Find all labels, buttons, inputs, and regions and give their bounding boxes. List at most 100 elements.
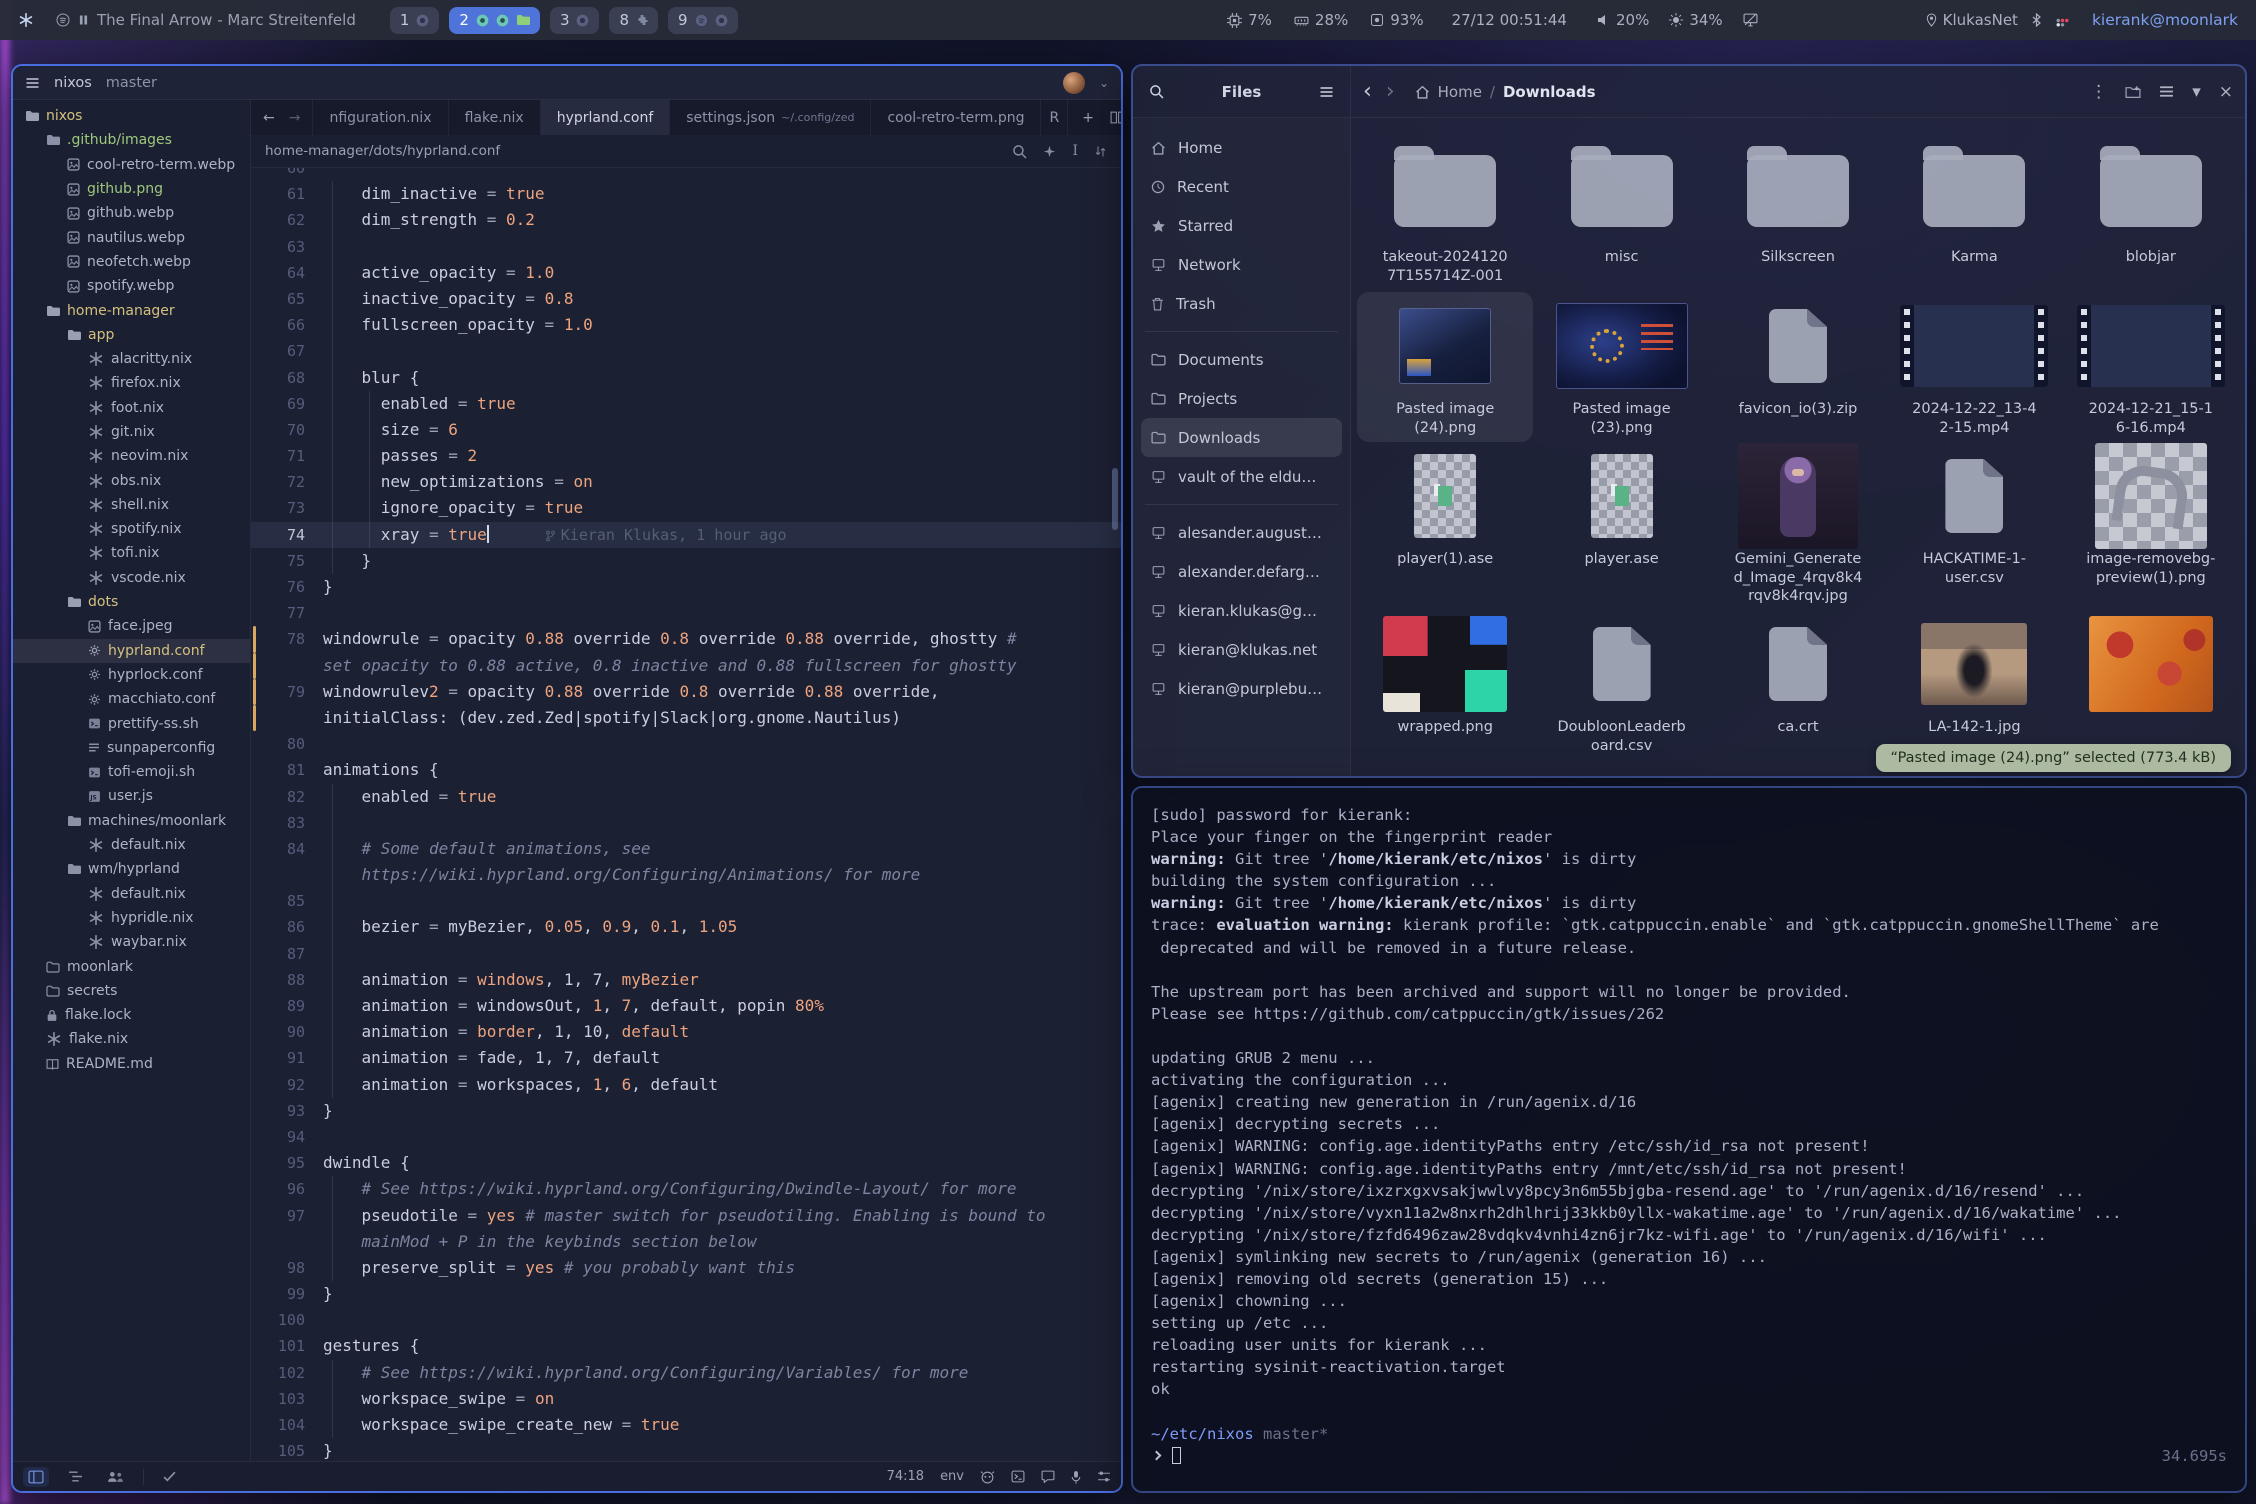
sidebar-item-alesander-august-[interactable]: alesander.august… xyxy=(1141,513,1342,552)
breadcrumb[interactable]: home-manager/dots/hyprland.conf xyxy=(265,143,500,159)
tree-item-flake.nix[interactable]: flake.nix xyxy=(13,1027,250,1051)
brightness-stat[interactable]: 34% xyxy=(1669,11,1722,29)
outline-panel-icon[interactable] xyxy=(63,1467,88,1486)
branch-name[interactable]: master xyxy=(106,75,157,91)
forward-button[interactable]: → xyxy=(289,110,301,126)
tailscale-icon[interactable] xyxy=(2055,13,2070,28)
path-home[interactable]: Home xyxy=(1438,83,1482,101)
editor-tab[interactable]: flake.nix xyxy=(449,100,541,135)
cpu-stat[interactable]: 7% xyxy=(1227,11,1272,29)
workspace-9[interactable]: 9 xyxy=(668,7,738,34)
sidebar-item-network[interactable]: Network xyxy=(1141,245,1342,284)
workspace-8[interactable]: 8 xyxy=(609,7,658,34)
tree-item-.github-images[interactable]: .github/images xyxy=(13,128,250,152)
tree-item-hyprland.conf[interactable]: hyprland.conf xyxy=(13,639,250,663)
editor-tab[interactable]: nfiguration.nix xyxy=(313,100,448,135)
hamburger-menu-icon[interactable] xyxy=(1319,86,1334,98)
memory-stat[interactable]: 28% xyxy=(1294,11,1348,29)
terminal-panel-icon[interactable] xyxy=(1011,1470,1025,1483)
file-item[interactable]: Pasted image(23).png xyxy=(1533,292,1709,442)
mic-icon[interactable] xyxy=(1071,1470,1081,1484)
tree-item-spotify.nix[interactable]: spotify.nix xyxy=(13,517,250,541)
tree-item-flake.lock[interactable]: flake.lock xyxy=(13,1003,250,1027)
sidebar-item-kieran-klukas-g-[interactable]: kieran.klukas@g… xyxy=(1141,591,1342,630)
view-options-caret-icon[interactable]: ▾ xyxy=(2192,82,2201,102)
editor-tab[interactable]: cool-retro-term.png xyxy=(871,100,1041,135)
tree-item-nixos[interactable]: nixos xyxy=(13,104,250,128)
sidebar-item-alexander-defarg-[interactable]: alexander.defarg… xyxy=(1141,552,1342,591)
tree-item-cool-retro-term.webp[interactable]: cool-retro-term.webp xyxy=(13,153,250,177)
cursor-position[interactable]: 74:18 xyxy=(887,1469,924,1484)
file-item[interactable]: Silkscreen xyxy=(1710,122,1886,292)
tree-item-moonlark[interactable]: moonlark xyxy=(13,954,250,978)
tree-item-default.nix[interactable]: default.nix xyxy=(13,882,250,906)
assistant-icon[interactable] xyxy=(1041,1470,1055,1483)
tree-item-nautilus.webp[interactable]: nautilus.webp xyxy=(13,225,250,249)
env-label[interactable]: env xyxy=(940,1469,964,1484)
bluetooth-icon[interactable] xyxy=(2032,13,2041,27)
tree-item-tofi.nix[interactable]: tofi.nix xyxy=(13,541,250,565)
media-module[interactable]: The Final Arrow - Marc Streitenfeld xyxy=(56,11,356,29)
tree-item-alacritty.nix[interactable]: alacritty.nix xyxy=(13,347,250,371)
editor-tab[interactable]: R xyxy=(1041,100,1068,135)
tree-item-vscode.nix[interactable]: vscode.nix xyxy=(13,566,250,590)
sidebar-item-documents[interactable]: Documents xyxy=(1141,340,1342,379)
file-item[interactable]: 2024-12-22_13-42-15.mp4 xyxy=(1886,292,2062,442)
code-editor[interactable]: 6061 dim_inactive = true62 dim_strength … xyxy=(251,168,1121,1461)
file-item[interactable]: DoubloonLeaderboard.csv xyxy=(1533,610,1709,772)
file-item[interactable]: HACKATIME-1-user.csv xyxy=(1886,442,2062,610)
file-item[interactable]: Karma xyxy=(1886,122,2062,292)
tree-item-neovim.nix[interactable]: neovim.nix xyxy=(13,444,250,468)
editor-tab[interactable]: settings.json~/.config/zed xyxy=(670,100,871,135)
wifi-stat[interactable]: KlukasNet xyxy=(1926,11,2018,29)
sidebar-item-trash[interactable]: Trash xyxy=(1141,284,1342,323)
file-item[interactable]: player.ase xyxy=(1533,442,1709,610)
tree-item-sunpaperconfig[interactable]: sunpaperconfig xyxy=(13,736,250,760)
split-pane-icon[interactable] xyxy=(1110,111,1123,124)
file-item[interactable]: 2024-12-21_15-16-16.mp4 xyxy=(2063,292,2239,442)
file-item[interactable]: blobjar xyxy=(2063,122,2239,292)
workspace-2[interactable]: 2 xyxy=(449,7,540,34)
tree-item-foot.nix[interactable]: foot.nix xyxy=(13,396,250,420)
tree-item-github.webp[interactable]: github.webp xyxy=(13,201,250,225)
disk-stat[interactable]: 93% xyxy=(1370,11,1423,29)
tree-item-obs.nix[interactable]: obs.nix xyxy=(13,468,250,492)
sidebar-item-downloads[interactable]: Downloads xyxy=(1141,418,1342,457)
inline-assist-icon[interactable] xyxy=(1043,145,1056,158)
sidebar-item-kieran-klukas-net[interactable]: kieran@klukas.net xyxy=(1141,630,1342,669)
new-tab-button[interactable]: + xyxy=(1082,110,1094,126)
back-button[interactable]: ← xyxy=(263,110,275,126)
tree-item-firefox.nix[interactable]: firefox.nix xyxy=(13,371,250,395)
tree-item-dots[interactable]: dots xyxy=(13,590,250,614)
kebab-menu-icon[interactable]: ⋮ xyxy=(2090,82,2107,102)
tree-item-macchiato.conf[interactable]: macchiato.conf xyxy=(13,687,250,711)
editor-tab[interactable]: hyprland.conf xyxy=(541,100,671,135)
file-item[interactable]: image-removebg-preview(1).png xyxy=(2063,442,2239,610)
tree-item-default.nix[interactable]: default.nix xyxy=(13,833,250,857)
files-forward-button[interactable]: › xyxy=(1386,79,1395,104)
sidebar-item-starred[interactable]: Starred xyxy=(1141,206,1342,245)
pause-icon[interactable] xyxy=(79,14,88,26)
tree-item-app[interactable]: app xyxy=(13,323,250,347)
file-item[interactable]: Gemini_Generated_Image_4rqv8k4rqv8k4rqv.… xyxy=(1710,442,1886,610)
tree-item-home-manager[interactable]: home-manager xyxy=(13,298,250,322)
buffer-search-icon[interactable] xyxy=(1012,144,1027,159)
search-icon[interactable] xyxy=(1149,84,1164,99)
tree-item-wm-hyprland[interactable]: wm/hyprland xyxy=(13,857,250,881)
tree-item-github.png[interactable]: github.png xyxy=(13,177,250,201)
nixos-menu-icon[interactable] xyxy=(18,12,34,28)
avatar[interactable] xyxy=(1063,72,1085,94)
file-item[interactable]: favicon_io(3).zip xyxy=(1710,292,1886,442)
close-icon[interactable]: × xyxy=(2219,82,2233,102)
new-folder-icon[interactable] xyxy=(2125,85,2141,99)
diagnostics-check-icon[interactable] xyxy=(158,1468,181,1485)
sidebar-item-kieran-purplebu-[interactable]: kieran@purplebu… xyxy=(1141,669,1342,708)
app-menu-icon[interactable] xyxy=(25,77,40,89)
workspace-3[interactable]: 3 xyxy=(550,7,600,34)
files-back-button[interactable]: ‹ xyxy=(1363,79,1372,104)
collab-panel-icon[interactable] xyxy=(102,1467,129,1486)
project-name[interactable]: nixos xyxy=(54,75,92,91)
terminal-window[interactable]: [sudo] password for kierank:Place your f… xyxy=(1131,786,2247,1493)
tree-item-spotify.webp[interactable]: spotify.webp xyxy=(13,274,250,298)
tree-item-readme.md[interactable]: README.md xyxy=(13,1052,250,1076)
